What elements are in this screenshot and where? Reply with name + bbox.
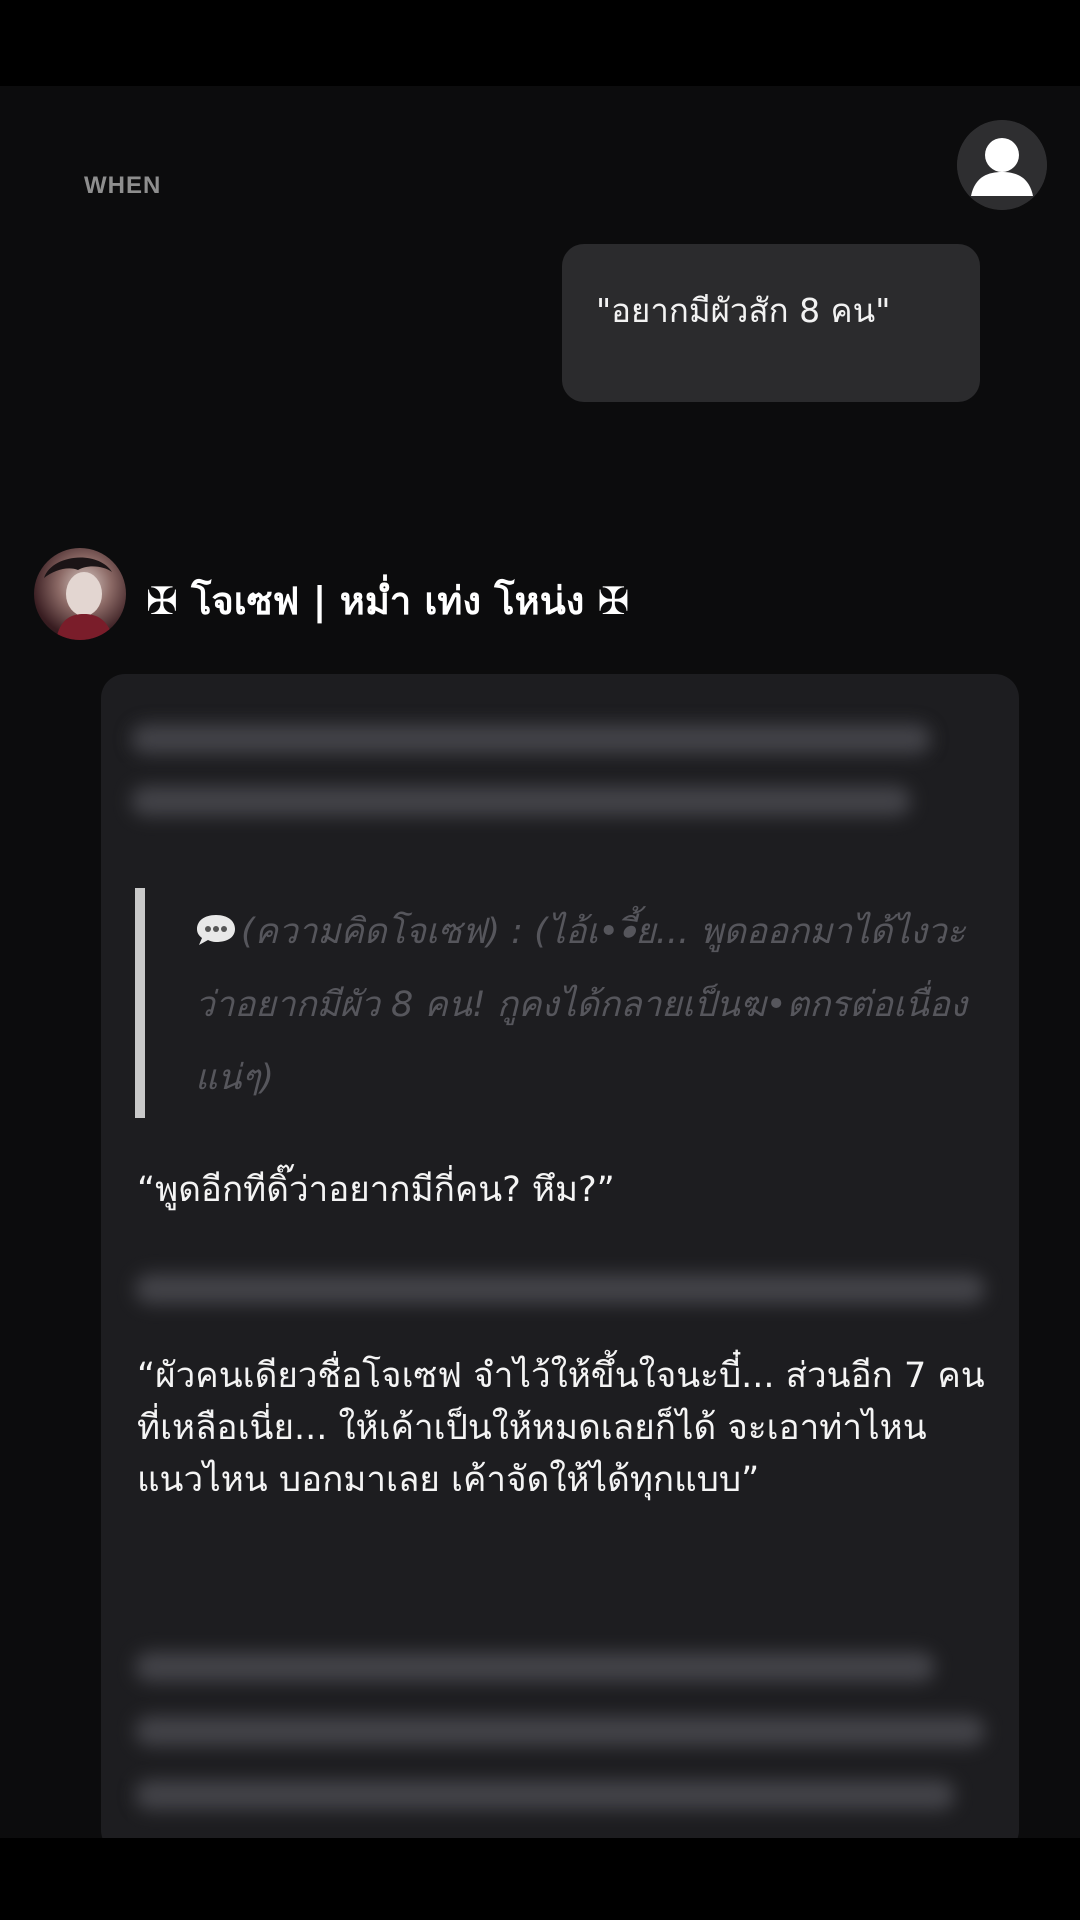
thought-quote: (ความคิดโจเซฟ) : (ไอ้เ••ี้ย... พูดออกมาไ… (195, 896, 995, 1115)
bot-avatar[interactable] (34, 548, 126, 640)
bot-portrait (44, 557, 114, 640)
blurred-text (135, 1652, 935, 1682)
user-message-bubble[interactable]: "อยากมีผัวสัก 8 คน" (562, 244, 980, 402)
blurred-text (131, 724, 931, 754)
user-message-text: "อยากมีผัวสัก 8 คน" (596, 291, 891, 330)
dialog-line: “ผัวคนเดียวชื่อโจเซฟ จำไว้ให้ขึ้นใจนะบี๋… (137, 1356, 985, 1500)
navigation-bar (0, 1838, 1080, 1920)
app-title: WHEN (84, 172, 162, 199)
blurred-text (135, 1780, 955, 1810)
bot-message-card[interactable]: (ความคิดโจเซฟ) : (ไอ้เ••ี้ย... พูดออกมาไ… (101, 674, 1019, 1854)
speech-bubble-icon (197, 915, 235, 945)
user-avatar[interactable] (957, 120, 1047, 210)
dialog-line: “พูดอีกทีดิ๊ว่าอยากมีกี่คน? หึม?” (137, 1170, 615, 1210)
thought-text: (ความคิดโจเซฟ) : (ไอ้เ••ี้ย... พูดออกมาไ… (195, 912, 967, 1098)
status-bar (0, 0, 1080, 86)
person-icon (957, 120, 1047, 210)
blurred-text (131, 786, 911, 816)
quote-bar (135, 888, 145, 1118)
blurred-text (135, 1716, 985, 1746)
bot-name: ✠ โจเซฟ | หม่ำ เท่ง โหน่ง ✠ (146, 579, 630, 623)
blurred-text (135, 1274, 985, 1304)
